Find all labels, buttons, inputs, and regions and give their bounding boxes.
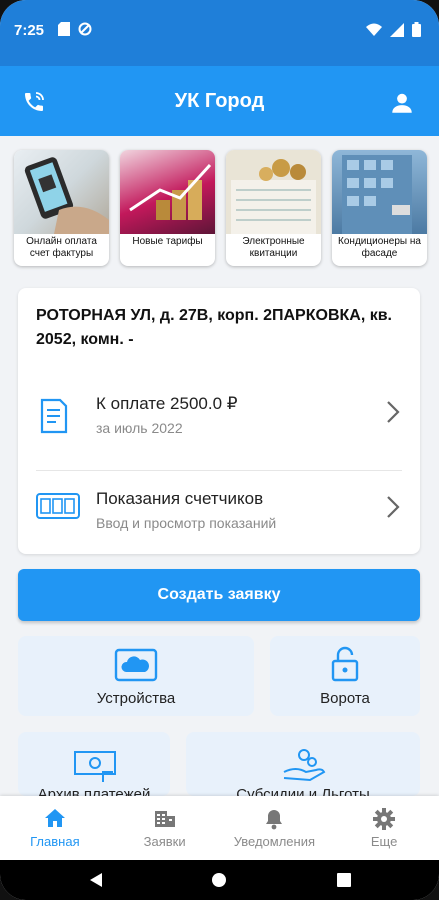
battery-icon (412, 22, 421, 37)
lock-icon (331, 646, 359, 687)
tab-requests-label: Заявки (143, 834, 186, 849)
story-image (14, 150, 109, 234)
status-notification-icons (58, 22, 92, 36)
cloud-device-icon (114, 648, 158, 687)
payment-period: за июль 2022 (96, 420, 183, 436)
tab-notifications-label: Уведомления (233, 834, 316, 849)
story-card-e-receipts[interactable]: Электронные квитанции (226, 150, 321, 266)
meter-icon (36, 491, 80, 526)
tile-devices[interactable]: Устройства (18, 636, 254, 716)
bottom-tab-bar: Главная Заявки Уведомления Еще (0, 796, 439, 860)
story-image (120, 150, 215, 234)
tile-payments-archive[interactable]: Архив платежей (18, 732, 170, 796)
meters-row[interactable]: Показания счетчиков Ввод и просмотр пока… (18, 473, 420, 553)
gear-icon (329, 808, 439, 830)
story-caption: Кондиционеры на фасаде (338, 236, 421, 259)
news-carousel: Онлайн оплата счет фактуры Новые тарифы … (14, 150, 434, 270)
meters-subtitle: Ввод и просмотр показаний (96, 515, 277, 531)
app-bar: УК Город (0, 66, 439, 136)
home-nav-icon[interactable] (211, 872, 227, 888)
chevron-right-icon (386, 495, 400, 524)
tile-gates-label: Ворота (320, 690, 370, 707)
tile-payments-archive-label: Архив платежей (37, 786, 151, 796)
signal-icon (390, 22, 404, 37)
phone-screen: 7:25 УК Город Онлайн оплата счет фактуры (0, 0, 439, 900)
data-saver-icon (78, 22, 92, 36)
sd-card-icon (58, 22, 70, 36)
tile-gates[interactable]: Ворота (270, 636, 420, 716)
page-title: УК Город (174, 90, 265, 112)
account-address: РОТОРНАЯ УЛ, д. 27В, корп. 2ПАРКОВКА, кв… (36, 307, 392, 348)
status-system-icons (366, 22, 421, 37)
tab-more[interactable]: Еще (329, 796, 439, 860)
tile-devices-label: Устройства (96, 690, 176, 707)
system-nav-bar (0, 860, 439, 900)
recents-icon[interactable] (336, 872, 352, 888)
back-icon[interactable] (88, 872, 104, 888)
payment-row[interactable]: К оплате 2500.0 ₽ за июль 2022 (18, 378, 420, 458)
wifi-icon (366, 23, 382, 36)
receipt-icon (36, 396, 72, 441)
status-time: 7:25 (14, 22, 45, 39)
tile-subsidies-label: Субсидии и Льготы (236, 786, 370, 796)
tab-home[interactable]: Главная (0, 796, 110, 860)
home-icon (0, 808, 110, 828)
story-image (226, 150, 321, 234)
story-card-air-conditioners[interactable]: Кондиционеры на фасаде (332, 150, 427, 266)
story-caption: Новые тарифы (132, 236, 203, 247)
meters-title: Показания счетчиков (96, 489, 264, 508)
bell-icon (220, 808, 330, 830)
tab-home-label: Главная (30, 834, 80, 849)
tab-requests[interactable]: Заявки (110, 796, 220, 860)
story-caption: Онлайн оплата счет фактуры (26, 236, 97, 259)
create-request-button[interactable]: Создать заявку (18, 569, 420, 621)
tab-more-label: Еще (370, 834, 398, 849)
status-bar: 7:25 (0, 0, 439, 66)
hand-coins-icon (282, 746, 326, 787)
building-icon (110, 808, 220, 828)
account-card: РОТОРНАЯ УЛ, д. 27В, корп. 2ПАРКОВКА, кв… (18, 288, 420, 554)
chevron-right-icon (386, 400, 400, 429)
story-image (332, 150, 427, 234)
divider (36, 470, 402, 471)
payment-amount: К оплате 2500.0 ₽ (96, 394, 238, 413)
story-card-online-payment[interactable]: Онлайн оплата счет фактуры (14, 150, 109, 266)
tile-subsidies[interactable]: Субсидии и Льготы (186, 732, 420, 796)
money-icon (73, 748, 117, 787)
tab-notifications[interactable]: Уведомления (220, 796, 330, 860)
user-icon[interactable] (389, 90, 415, 121)
story-caption: Электронные квитанции (242, 236, 305, 259)
story-card-new-tariffs[interactable]: Новые тарифы (120, 150, 215, 266)
